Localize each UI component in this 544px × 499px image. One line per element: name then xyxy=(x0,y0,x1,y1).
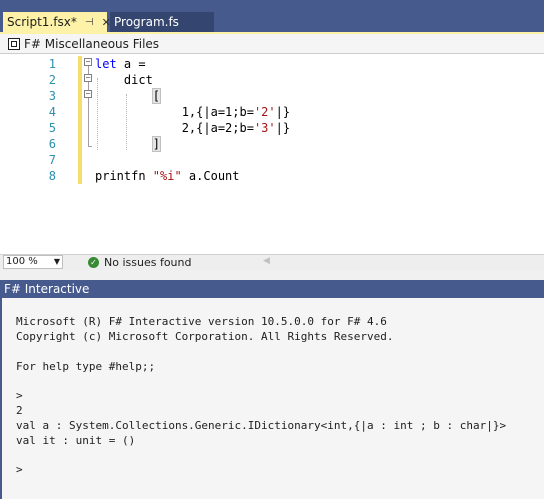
scroll-left-icon[interactable]: ◀ xyxy=(263,256,270,266)
line-number: 6 xyxy=(48,137,56,151)
document-tab-strip: Script1.fsx* ⊣ ✕ Program.fs xyxy=(0,0,544,34)
tab-label: Script1.fsx* xyxy=(7,15,77,29)
fsi-output-line: Microsoft (R) F# Interactive version 10.… xyxy=(16,315,387,328)
code-text: |} xyxy=(275,121,291,135)
code-line: 8 printfn "%i" a.Count xyxy=(0,168,544,184)
project-dropdown-label: F# Miscellaneous Files xyxy=(24,36,160,51)
visual-studio-window: Script1.fsx* ⊣ ✕ Program.fs F# Miscellan… xyxy=(0,0,544,499)
check-circle-icon: ✓ xyxy=(88,257,99,268)
tab-script1-fsx[interactable]: Script1.fsx* ⊣ ✕ xyxy=(3,12,111,32)
code-line: 4 1,{|a=1;b='2'|} xyxy=(0,104,544,120)
code-line: 6 ] xyxy=(0,136,544,152)
fsi-prompt: > xyxy=(16,389,23,402)
navigation-bar[interactable]: F# Miscellaneous Files xyxy=(0,34,544,54)
code-text: 1,{|a=1;b= xyxy=(95,105,254,119)
code-line: 3 [ xyxy=(0,88,544,104)
issues-text: No issues found xyxy=(104,256,192,269)
line-number: 1 xyxy=(48,57,56,71)
code-text: a = xyxy=(116,57,146,71)
line-number: 7 xyxy=(48,153,56,167)
fsi-output-panel[interactable]: Microsoft (R) F# Interactive version 10.… xyxy=(0,298,544,499)
zoom-dropdown[interactable]: 100 % ▼ xyxy=(3,255,63,269)
panel-edge xyxy=(0,298,2,499)
zoom-level: 100 % xyxy=(6,256,38,267)
tab-program-fs[interactable]: Program.fs xyxy=(110,12,214,32)
keyword: let xyxy=(95,57,117,71)
code-text: a.Count xyxy=(181,169,240,183)
fsi-panel-title: F# Interactive xyxy=(0,280,544,298)
code-text: |} xyxy=(275,105,291,119)
code-text: printfn xyxy=(95,169,153,183)
matched-bracket: ] xyxy=(151,136,162,152)
code-text: dict xyxy=(95,73,153,87)
pin-icon[interactable]: ⊣ xyxy=(85,17,94,28)
code-line: 2 dict xyxy=(0,72,544,88)
code-line: 7 xyxy=(0,152,544,168)
tab-label: Program.fs xyxy=(114,15,179,29)
fsi-output-line: val a : System.Collections.Generic.IDict… xyxy=(16,419,507,432)
issues-indicator[interactable]: ✓ No issues found xyxy=(88,255,191,270)
line-number: 5 xyxy=(48,121,56,135)
code-line: 5 2,{|a=2;b='3'|} xyxy=(0,120,544,136)
fsi-prompt[interactable]: > xyxy=(16,462,23,478)
code-text: 2,{|a=2;b= xyxy=(95,121,254,135)
project-icon xyxy=(8,37,20,50)
code-line: 1 let a = xyxy=(0,56,544,72)
line-number: 2 xyxy=(48,73,56,87)
fsi-output-line: val it : unit = () xyxy=(16,434,136,447)
fsi-output-line: For help type #help;; xyxy=(16,360,156,373)
code-editor[interactable]: − − − 1 let a = 2 dict 3 [ 4 1,{|a=1;b='… xyxy=(0,54,544,254)
editor-status-bar: 100 % ▼ ✓ No issues found ◀ xyxy=(0,254,544,270)
chevron-down-icon[interactable]: ▼ xyxy=(54,256,60,268)
matched-bracket: [ xyxy=(151,88,162,104)
line-number: 4 xyxy=(48,105,56,119)
line-number: 3 xyxy=(48,89,56,103)
string-literal: '3' xyxy=(253,121,276,135)
fsi-output-line: 2 xyxy=(16,404,23,417)
line-number: 8 xyxy=(48,169,56,183)
string-literal: "%i" xyxy=(152,169,182,183)
string-literal: '2' xyxy=(253,105,276,119)
fsi-output-line: Copyright (c) Microsoft Corporation. All… xyxy=(16,330,394,343)
